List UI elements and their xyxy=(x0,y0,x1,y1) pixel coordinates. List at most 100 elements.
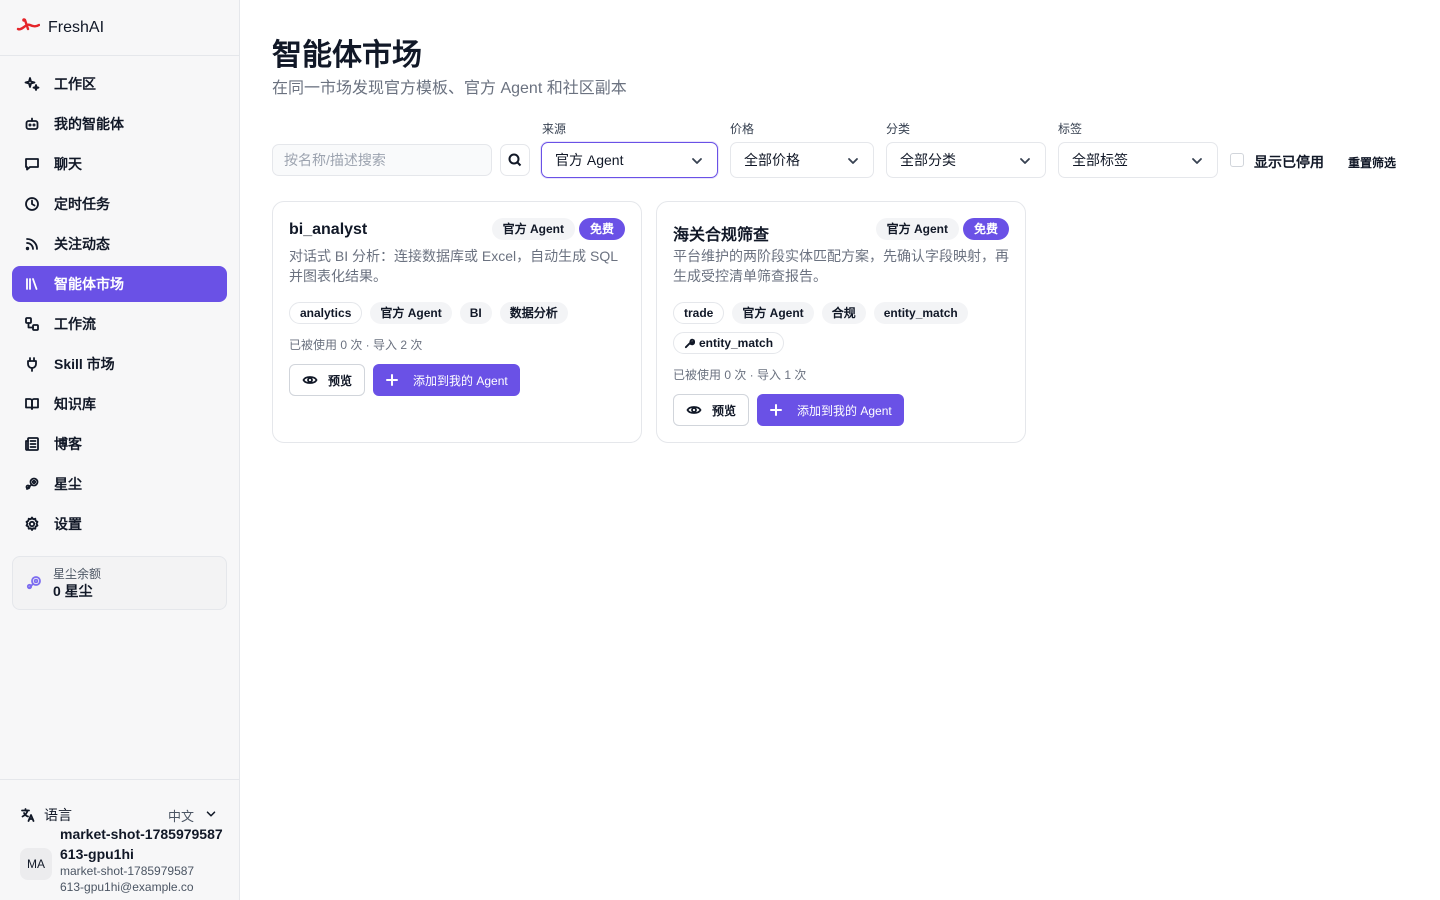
tag-chip[interactable]: 合规 xyxy=(821,302,866,324)
language-selector[interactable]: 语言 中文 xyxy=(20,806,220,824)
freshai-logo-icon xyxy=(16,17,41,38)
sidebar-item-scheduled-tasks[interactable]: 定时任务 xyxy=(12,186,227,222)
tag-chip[interactable]: analytics xyxy=(289,302,363,324)
agent-description: 对话式 BI 分析：连接数据库或 Excel，自动生成 SQL 并图表化结果。 xyxy=(289,248,618,284)
sidebar-item-label: Skill 市场 xyxy=(54,356,115,372)
user-name: market-shot-1785979587613-gpu1hi xyxy=(60,826,223,862)
sidebar-item-label: 智能体市场 xyxy=(54,276,124,292)
sidebar-item-settings[interactable]: 设置 xyxy=(12,506,227,542)
sidebar-item-label: 博客 xyxy=(54,436,82,452)
add-to-my-agents-button[interactable]: 添加到我的 Agent xyxy=(373,364,520,396)
language-label: 语言 xyxy=(44,807,72,823)
agent-description: 平台维护的两阶段实体匹配方案，先确认字段映射，再生成受控清单筛查报告。 xyxy=(673,248,1009,284)
sidebar-item-workflow[interactable]: 工作流 xyxy=(12,306,227,342)
reset-filters-button[interactable]: 重置筛选 xyxy=(1348,154,1396,171)
search-button[interactable] xyxy=(500,144,530,176)
agent-stats: 已被使用 0 次 · 导入 2 次 xyxy=(289,338,423,352)
tag-chip[interactable]: entity_match xyxy=(873,302,968,324)
app-name: FreshAI xyxy=(48,18,105,36)
sidebar-item-following[interactable]: 关注动态 xyxy=(12,226,227,262)
eye-icon xyxy=(302,376,318,384)
price-badge: 免费 xyxy=(578,218,625,240)
balance-label: 星尘余额 xyxy=(53,567,102,581)
sidebar-nav: 工作区 我的智能体 聊天 定时任务 关注动态 智能体市场 工作流 Skill 市… xyxy=(0,56,239,556)
preview-button[interactable]: 预览 xyxy=(673,394,750,426)
tag-chip[interactable]: 官方 Agent xyxy=(732,302,814,324)
tag-chip[interactable]: 数据分析 xyxy=(499,302,568,324)
chat-icon xyxy=(25,158,39,171)
chevron-down-icon xyxy=(848,158,858,164)
price-label: 价格 xyxy=(730,122,755,136)
stardust-balance-card[interactable]: 星尘余额 0 星尘 xyxy=(12,556,227,610)
plus-icon xyxy=(770,404,783,416)
preview-button[interactable]: 预览 xyxy=(289,364,366,396)
agent-title: bi_analyst xyxy=(289,221,368,238)
sidebar-item-blog[interactable]: 博客 xyxy=(12,426,227,462)
sidebar-item-workspace[interactable]: 工作区 xyxy=(12,66,227,102)
sidebar-item-label: 知识库 xyxy=(54,396,96,412)
source-select[interactable]: 官方 Agent xyxy=(541,142,718,178)
search-input[interactable] xyxy=(272,144,492,176)
show-disabled-label[interactable]: 显示已停用 xyxy=(1254,152,1324,172)
chevron-down-icon xyxy=(692,158,702,164)
page-subtitle: 在同一市场发现官方模板、官方 Agent 和社区副本 xyxy=(272,80,627,97)
sidebar-item-chat[interactable]: 聊天 xyxy=(12,146,227,182)
brand[interactable]: FreshAI xyxy=(0,0,239,56)
sidebar-item-my-agents[interactable]: 我的智能体 xyxy=(12,106,227,142)
category-select[interactable]: 全部分类 xyxy=(886,142,1046,178)
translate-icon xyxy=(21,808,35,822)
category-label: 分类 xyxy=(886,122,911,136)
sidebar-item-stardust[interactable]: 星尘 xyxy=(12,466,227,502)
newspaper-icon xyxy=(25,437,39,451)
price-select[interactable]: 全部价格 xyxy=(730,142,874,178)
tag-chip[interactable]: trade xyxy=(673,302,725,324)
language-value: 中文 xyxy=(167,808,194,824)
plus-icon xyxy=(386,374,399,386)
workflow-icon xyxy=(25,317,39,331)
tag-select-value: 全部标签 xyxy=(1072,152,1128,168)
rss-icon xyxy=(25,238,38,251)
sidebar-item-label: 聊天 xyxy=(54,156,82,172)
preview-label: 预览 xyxy=(712,403,737,418)
sidebar-item-label: 设置 xyxy=(54,516,82,532)
stardust-icon xyxy=(26,576,41,590)
sidebar-item-skill-market[interactable]: Skill 市场 xyxy=(12,346,227,382)
clock-icon xyxy=(25,197,39,211)
stardust-icon xyxy=(25,477,39,490)
show-disabled-checkbox[interactable] xyxy=(1230,153,1244,167)
agent-tags: analytics 官方 Agent BI 数据分析 xyxy=(289,302,629,324)
plug-icon xyxy=(27,357,37,372)
chevron-down-icon xyxy=(1192,158,1202,164)
filter-bar: 来源 官方 Agent 价格 全部价格 分类 全部分类 标签 全部标签 显示已停… xyxy=(272,118,1422,180)
source-badge: 官方 Agent xyxy=(491,218,575,240)
skill-tag-label: entity_match xyxy=(699,336,774,350)
avatar[interactable]: MA xyxy=(20,848,52,880)
chevron-down-icon xyxy=(1020,158,1030,164)
add-to-my-agents-button[interactable]: 添加到我的 Agent xyxy=(757,394,904,426)
source-select-value: 官方 Agent xyxy=(555,152,624,168)
price-select-value: 全部价格 xyxy=(744,152,800,168)
balance-value: 0 星尘 xyxy=(53,583,93,599)
gear-icon xyxy=(25,516,39,531)
bot-icon xyxy=(25,117,39,130)
chevron-down-icon xyxy=(206,811,216,817)
agent-tags: trade 官方 Agent 合规 entity_match entity_ma… xyxy=(673,302,1013,354)
sidebar-item-label: 关注动态 xyxy=(54,236,110,252)
sidebar-item-label: 星尘 xyxy=(54,476,82,492)
sparkles-icon xyxy=(24,77,40,91)
sidebar-item-agent-market[interactable]: 智能体市场 xyxy=(12,266,227,302)
tag-chip[interactable]: BI xyxy=(459,302,492,324)
search-icon xyxy=(508,153,522,167)
agent-actions: 预览 添加到我的 Agent xyxy=(673,394,904,426)
add-label: 添加到我的 Agent xyxy=(797,403,892,418)
tag-chip[interactable]: 官方 Agent xyxy=(370,302,452,324)
skill-tag-chip[interactable]: entity_match xyxy=(673,332,785,354)
sidebar-footer: 语言 中文 MA market-shot-1785979587613-gpu1h… xyxy=(0,779,239,900)
tag-select[interactable]: 全部标签 xyxy=(1058,142,1218,178)
tag-label: 标签 xyxy=(1058,122,1083,136)
agent-card: bi_analyst 官方 Agent 免费 对话式 BI 分析：连接数据库或 … xyxy=(272,201,642,443)
agent-badges: 官方 Agent 免费 xyxy=(875,218,1009,240)
book-icon xyxy=(25,398,39,410)
sidebar-item-knowledge-base[interactable]: 知识库 xyxy=(12,386,227,422)
page-title: 智能体市场 xyxy=(272,39,422,72)
